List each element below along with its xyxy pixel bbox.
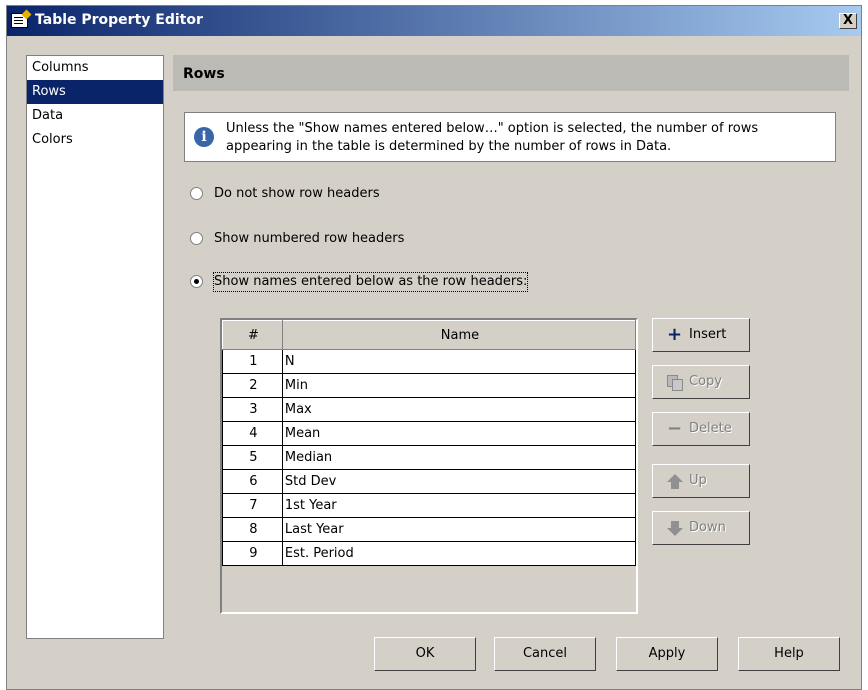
insert-button[interactable]: + Insert	[652, 318, 750, 352]
column-header-number[interactable]: #	[222, 320, 283, 350]
delete-button[interactable]: − Delete	[652, 412, 750, 446]
info-box: i Unless the "Show names entered below…"…	[184, 112, 836, 162]
up-button[interactable]: Up	[652, 464, 750, 498]
section-header: Rows	[173, 55, 849, 91]
section-title: Rows	[183, 66, 225, 82]
row-name-cell[interactable]: Min	[281, 373, 637, 398]
row-number: 5	[222, 445, 283, 470]
title-bar: Table Property Editor X	[7, 6, 861, 36]
info-line-1: Unless the "Show names entered below…" o…	[226, 121, 759, 136]
cancel-button[interactable]: Cancel	[494, 637, 596, 671]
nav-item-columns[interactable]: Columns	[27, 56, 163, 80]
ok-button[interactable]: OK	[374, 637, 476, 671]
row-number: 8	[222, 517, 283, 542]
row-number: 9	[222, 541, 283, 566]
copy-button[interactable]: Copy	[652, 365, 750, 399]
column-header-name[interactable]: Name	[281, 320, 637, 350]
table-row[interactable]: 3 Max	[222, 397, 637, 422]
table-row[interactable]: 4 Mean	[222, 421, 637, 446]
row-name-cell[interactable]: Median	[281, 445, 637, 470]
plus-icon: +	[667, 324, 683, 345]
table-row[interactable]: 8 Last Year	[222, 517, 637, 542]
row-number: 4	[222, 421, 283, 446]
delete-label: Delete	[689, 421, 732, 436]
info-icon: i	[194, 127, 214, 147]
table-header-row: # Name	[222, 320, 637, 350]
row-name-cell[interactable]: N	[281, 349, 637, 374]
help-button[interactable]: Help	[738, 637, 840, 671]
copy-label: Copy	[689, 374, 722, 389]
down-label: Down	[689, 520, 726, 535]
apply-button[interactable]: Apply	[616, 637, 718, 671]
table-row[interactable]: 9 Est. Period	[222, 541, 637, 566]
option-named-headers-label: Show names entered below as the row head…	[212, 272, 529, 292]
table-row[interactable]: 1N	[222, 349, 637, 374]
row-name-cell[interactable]: Std Dev	[281, 469, 637, 494]
radio-named-headers[interactable]	[190, 275, 203, 288]
row-names-grid: # Name 1N 2 Min 3 Max 4 Mean 5 Median 6 Std D…	[220, 318, 638, 614]
row-name-cell[interactable]: Mean	[281, 421, 637, 446]
window-title: Table Property Editor	[35, 12, 203, 28]
row-number: 6	[222, 469, 283, 494]
table-editor-icon	[11, 13, 28, 28]
row-name-cell[interactable]: Max	[281, 397, 637, 422]
radio-no-headers[interactable]	[190, 187, 203, 200]
info-line-2: appearing in the table is determined by …	[226, 139, 672, 154]
row-name-cell[interactable]: 1st Year	[281, 493, 637, 518]
option-no-headers-label: Do not show row headers	[214, 186, 380, 201]
row-name-cell[interactable]: Last Year	[281, 517, 637, 542]
minus-icon: −	[667, 418, 683, 439]
insert-label: Insert	[689, 327, 727, 342]
nav-item-rows[interactable]: Rows	[27, 80, 163, 104]
down-button[interactable]: Down	[652, 511, 750, 545]
table-row[interactable]: 5 Median	[222, 445, 637, 470]
table-row[interactable]: 7 1st Year	[222, 493, 637, 518]
nav-item-colors[interactable]: Colors	[27, 128, 163, 152]
table-row[interactable]: 6 Std Dev	[222, 469, 637, 494]
row-names-table: # Name 1N 2 Min 3 Max 4 Mean 5 Median 6 Std D…	[222, 320, 637, 566]
info-text: Unless the "Show names entered below…" o…	[226, 120, 826, 156]
row-name-cell[interactable]: Est. Period	[281, 541, 637, 566]
row-number: 1	[222, 349, 283, 374]
arrow-down-icon	[667, 521, 683, 536]
radio-numbered-headers[interactable]	[190, 232, 203, 245]
row-number: 7	[222, 493, 283, 518]
category-list: Columns Rows Data Colors	[26, 55, 164, 639]
arrow-up-icon	[667, 474, 683, 489]
copy-icon	[667, 375, 683, 391]
row-number: 2	[222, 373, 283, 398]
table-row[interactable]: 2 Min	[222, 373, 637, 398]
nav-item-data[interactable]: Data	[27, 104, 163, 128]
row-number: 3	[222, 397, 283, 422]
up-label: Up	[689, 473, 707, 488]
option-numbered-headers-label: Show numbered row headers	[214, 231, 405, 246]
close-button[interactable]: X	[839, 13, 857, 29]
